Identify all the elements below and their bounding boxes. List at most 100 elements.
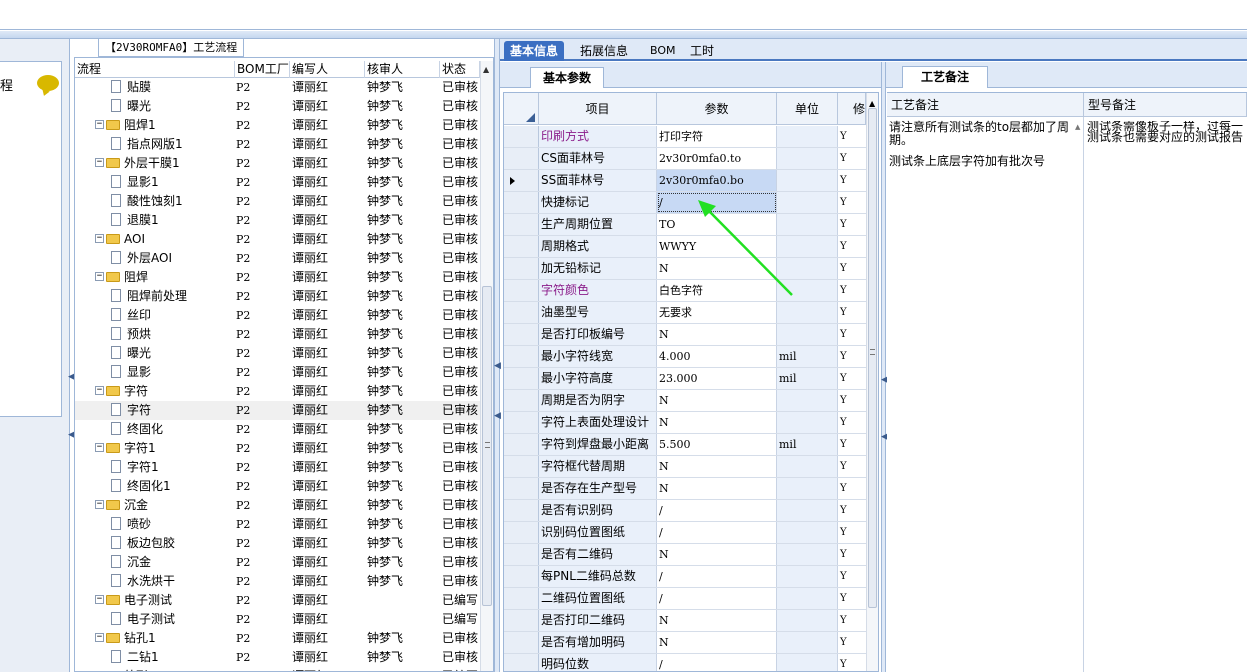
process-name-cell[interactable]: − 钻孔1 [75,629,235,648]
col-header-model-note[interactable]: 型号备注 [1084,93,1247,117]
row-header[interactable] [504,412,539,433]
process-name-cell[interactable]: 贴膜 [75,78,235,97]
process-row[interactable]: 丝印 P2 谭丽红 钟梦飞 已审核 [75,306,480,325]
param-row[interactable]: 是否打印板编号 N Y [504,324,870,346]
params-scrollbar[interactable]: ▲ [866,93,878,671]
row-header[interactable] [504,192,539,213]
panel-splitter[interactable]: ◀ ◀ [494,39,501,672]
process-row[interactable]: 水洗烘干 P2 谭丽红 钟梦飞 已审核 [75,572,480,591]
splitter-bar[interactable] [0,31,1247,74]
process-row[interactable]: −外形P2谭丽红 已编写 [75,667,480,671]
process-name-cell[interactable]: 字符1 [75,458,235,477]
col-header-writer[interactable]: 编写人 [290,61,365,78]
process-row[interactable]: 预烘 P2 谭丽红 钟梦飞 已审核 [75,325,480,344]
param-row[interactable]: 字符到焊盘最小距离 5.500 mil Y [504,434,870,456]
scroll-up-icon[interactable]: ▲ [869,99,875,108]
row-header[interactable] [504,170,539,191]
param-value-cell[interactable]: / [657,566,777,587]
row-header[interactable] [504,390,539,411]
param-row[interactable]: SS面菲林号 2v30r0mfa0.bo Y [504,170,870,192]
process-name-cell[interactable]: 电子测试 [75,610,235,629]
collapse-icon[interactable]: − [95,443,104,452]
param-value-cell[interactable]: 4.000 [657,346,777,367]
process-name-cell[interactable]: 阻焊前处理 [75,287,235,306]
param-value-cell[interactable]: 2v30r0mfa0.bo [657,170,777,191]
col-header-process[interactable]: 流程 [75,61,235,78]
param-value-cell[interactable]: 2v30r0mfa0.to [657,148,777,169]
param-value-cell[interactable]: N [657,544,777,565]
process-note-field[interactable]: 请注意所有测试条的to层都加了周期。 测试条上底层字符加有批次号 [889,121,1079,176]
param-unit-cell[interactable] [777,632,838,653]
param-value-cell[interactable]: N [657,412,777,433]
param-value-cell[interactable]: N [657,610,777,631]
subtab-process-notes[interactable]: 工艺备注 [902,66,989,88]
param-value-cell[interactable]: N [657,456,777,477]
row-header[interactable] [504,258,539,279]
collapse-icon[interactable]: − [95,120,104,129]
process-row[interactable]: 电子测试 P2 谭丽红 已编写 [75,610,480,629]
process-name-cell[interactable]: 二钻1 [75,648,235,667]
process-row[interactable]: − 沉金 P2 谭丽红 钟梦飞 已审核 [75,496,480,515]
row-header[interactable] [504,544,539,565]
process-row[interactable]: − 外层干膜1 P2 谭丽红 钟梦飞 已审核 [75,154,480,173]
param-row[interactable]: 明码位数 / Y [504,654,870,671]
param-unit-cell[interactable]: mil [777,434,838,455]
row-header[interactable] [504,324,539,345]
chat-bubble-icon[interactable] [37,75,59,91]
param-unit-cell[interactable] [777,500,838,521]
tab-bom[interactable]: BOM [644,41,682,61]
param-unit-cell[interactable] [777,544,838,565]
param-row[interactable]: 是否有二维码 N Y [504,544,870,566]
row-header[interactable] [504,368,539,389]
model-note-field[interactable]: 测试条需像板子一样，过每一 测试条也需要对应的测试报告 [1087,121,1247,143]
process-row[interactable]: 酸性蚀刻1 P2 谭丽红 钟梦飞 已审核 [75,192,480,211]
process-scrollbar[interactable]: ▲ [480,61,493,671]
scroll-thumb[interactable] [868,108,877,608]
col-header-unit[interactable]: 单位 [777,93,838,125]
process-row[interactable]: − 电子测试 P2 谭丽红 已编写 [75,591,480,610]
param-unit-cell[interactable] [777,126,838,147]
process-name-cell[interactable]: 沉金 [75,553,235,572]
param-row[interactable]: 字符颜色 白色字符 Y [504,280,870,302]
param-value-cell[interactable]: 23.000 [657,368,777,389]
param-value-cell[interactable]: 打印字符 [657,126,777,147]
process-name-cell[interactable]: − 阻焊1 [75,116,235,135]
process-name-cell[interactable]: −外形 [75,667,235,671]
process-name-cell[interactable]: 水洗烘干 [75,572,235,591]
param-row[interactable]: 字符上表面处理设计 N Y [504,412,870,434]
process-row[interactable]: 沉金 P2 谭丽红 钟梦飞 已审核 [75,553,480,572]
process-row[interactable]: 显影1 P2 谭丽红 钟梦飞 已审核 [75,173,480,192]
process-name-cell[interactable]: − 沉金 [75,496,235,515]
col-header-process-note[interactable]: 工艺备注 [887,93,1084,117]
param-unit-cell[interactable]: mil [777,346,838,367]
param-row[interactable]: 识别码位置图纸 / Y [504,522,870,544]
tab-extended-info[interactable]: 拓展信息 [574,41,634,61]
param-value-cell[interactable]: / [657,500,777,521]
collapse-icon[interactable]: − [95,633,104,642]
process-row[interactable]: 二钻1 P2 谭丽红 钟梦飞 已审核 [75,648,480,667]
param-row[interactable]: 是否打印二维码 N Y [504,610,870,632]
process-name-cell[interactable]: − 阻焊 [75,268,235,287]
process-name-cell[interactable]: 显影 [75,363,235,382]
param-row[interactable]: 快捷标记 / Y [504,192,870,214]
process-name-cell[interactable]: 喷砂 [75,515,235,534]
param-unit-cell[interactable] [777,390,838,411]
process-row[interactable]: 贴膜 P2 谭丽红 钟梦飞 已审核 [75,78,480,97]
collapse-icon[interactable]: − [95,595,104,604]
collapse-icon[interactable]: − [95,386,104,395]
process-row[interactable]: 板边包胶 P2 谭丽红 钟梦飞 已审核 [75,534,480,553]
param-row[interactable]: 是否有识别码 / Y [504,500,870,522]
process-row[interactable]: − 阻焊1 P2 谭丽红 钟梦飞 已审核 [75,116,480,135]
process-name-cell[interactable]: 板边包胶 [75,534,235,553]
row-header[interactable] [504,632,539,653]
process-row[interactable]: 退膜1 P2 谭丽红 钟梦飞 已审核 [75,211,480,230]
process-name-cell[interactable]: − 字符 [75,382,235,401]
tab-work-hours[interactable]: 工时 [684,41,720,61]
param-row[interactable]: 加无铅标记 N Y [504,258,870,280]
row-header-corner[interactable] [504,93,539,125]
param-value-cell[interactable]: 5.500 [657,434,777,455]
row-header[interactable] [504,302,539,323]
process-row[interactable]: − 钻孔1 P2 谭丽红 钟梦飞 已审核 [75,629,480,648]
row-header[interactable] [504,346,539,367]
param-unit-cell[interactable] [777,456,838,477]
